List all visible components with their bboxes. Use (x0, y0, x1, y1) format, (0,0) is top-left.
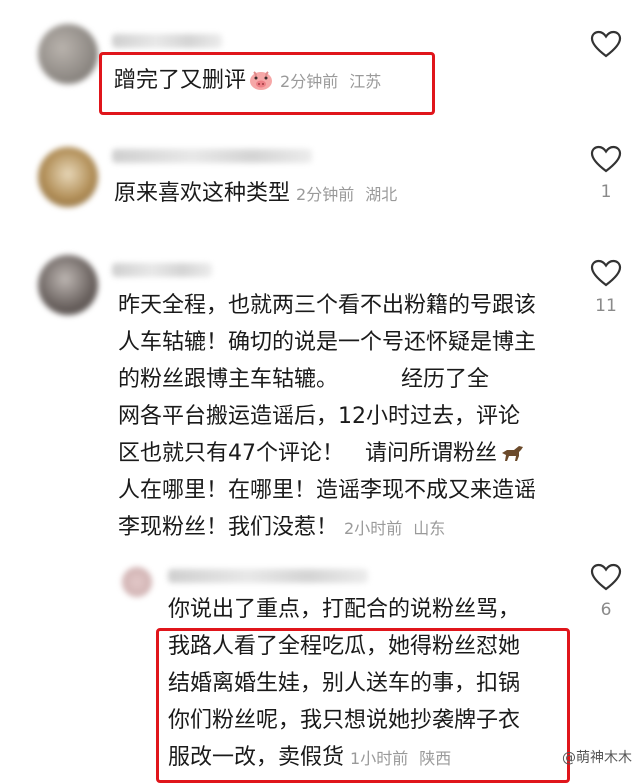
comment-line-text: 区也就只有47个评论！ 请问所谓粉丝 (118, 441, 497, 466)
comment-body: 蹭完了又删评 (114, 68, 247, 93)
comment-text: 原来喜欢这种类型 2分钟前 湖北 (114, 175, 397, 213)
comment-time: 2分钟前 (296, 185, 355, 204)
comment-line: 你们粉丝呢，我只想说她抄袭牌子衣 (168, 708, 521, 733)
avatar[interactable] (38, 147, 98, 207)
username-blurred[interactable] (112, 149, 312, 163)
comment-location: 山东 (413, 519, 446, 538)
comment-line: 网各平台搬运造谣后，12小时过去，评论 (118, 404, 520, 429)
comment-2: 原来喜欢这种类型 2分钟前 湖北 1 (0, 125, 640, 235)
comment-line: 的粉丝跟博主车轱辘。 经历了全 (118, 367, 489, 392)
comment-body: 原来喜欢这种类型 (114, 181, 291, 206)
comment-line: 人车轱辘！确切的说是一个号还怀疑是博主 (118, 330, 537, 355)
comment-location: 江苏 (349, 72, 382, 91)
comment-text: 蹭完了又删评 2分钟前 江苏 (114, 62, 381, 100)
avatar[interactable] (38, 255, 98, 315)
comment-time: 1小时前 (350, 749, 409, 768)
comment-line: 你说出了重点，打配合的说粉丝骂， (168, 597, 521, 622)
comment-1: 蹭完了又删评 2分钟前 江苏 (0, 0, 640, 125)
comment-line: 我路人看了全程吃瓜，她得粉丝怼她 (168, 634, 521, 659)
comment-3: 昨天全程，也就两三个看不出粉籍的号跟该 人车轱辘！确切的说是一个号还怀疑是博主 … (0, 235, 640, 555)
comment-line: 昨天全程，也就两三个看不出粉籍的号跟该 (118, 293, 537, 318)
pig-emoji-icon (250, 71, 273, 90)
username-blurred[interactable] (112, 34, 222, 48)
comment-text: 你说出了重点，打配合的说粉丝骂， 我路人看了全程吃瓜，她得粉丝怼她 结婚离婚生娃… (168, 591, 568, 777)
comment-reply: 你说出了重点，打配合的说粉丝骂， 我路人看了全程吃瓜，她得粉丝怼她 结婚离婚生娃… (0, 555, 640, 783)
comment-line: 服改一改，卖假货 1小时前 陕西 (168, 739, 568, 777)
like-heart-icon[interactable] (590, 30, 622, 58)
like-heart-icon[interactable] (590, 563, 622, 591)
like-heart-icon[interactable] (590, 259, 622, 287)
comment-location: 湖北 (365, 185, 398, 204)
username-blurred[interactable] (112, 263, 212, 277)
watermark: @萌神木木 (562, 750, 632, 766)
comment-time: 2分钟前 (280, 72, 339, 91)
comment-text: 昨天全程，也就两三个看不出粉籍的号跟该 人车轱辘！确切的说是一个号还怀疑是博主 … (118, 287, 578, 547)
comment-line-text: 李现粉丝！我们没惹！ (118, 515, 339, 540)
like-count: 11 (595, 296, 617, 316)
comment-line: 人在哪里！在哪里！造谣李现不成又来造谣 (118, 478, 537, 503)
username-blurred[interactable] (168, 569, 368, 583)
comment-time: 2小时前 (344, 519, 403, 538)
like-count: 1 (600, 182, 612, 202)
comment-line: 区也就只有47个评论！ 请问所谓粉丝 (118, 435, 578, 472)
comment-line-text: 服改一改，卖假货 (168, 745, 345, 770)
comment-location: 陕西 (419, 749, 452, 768)
comment-line: 李现粉丝！我们没惹！ 2小时前 山东 (118, 509, 578, 547)
avatar[interactable] (122, 567, 152, 597)
comment-line: 结婚离婚生娃，别人送车的事，扣锅 (168, 671, 521, 696)
like-heart-icon[interactable] (590, 145, 622, 173)
horse-emoji-icon (501, 446, 523, 461)
avatar[interactable] (38, 24, 98, 84)
like-count: 6 (600, 600, 612, 620)
